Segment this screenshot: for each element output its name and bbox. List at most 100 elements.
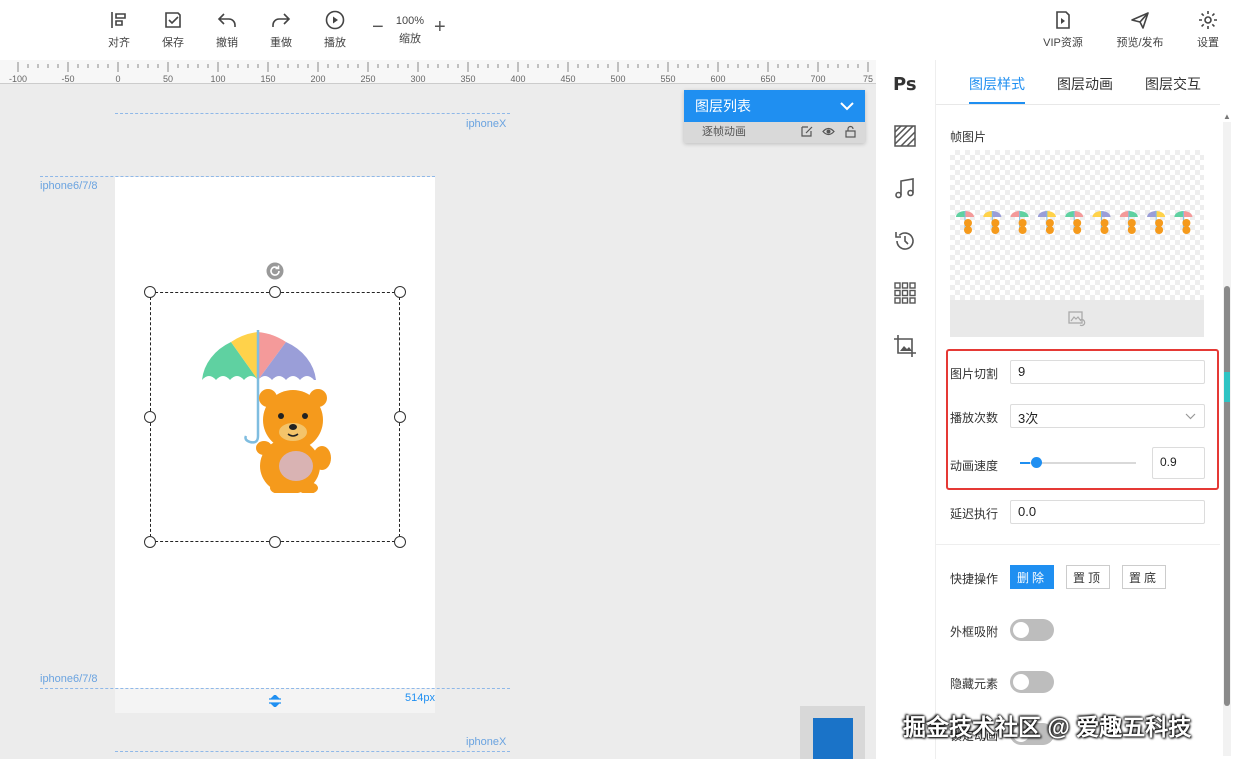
- scroll-up-arrow[interactable]: ▲: [1223, 112, 1231, 121]
- image-crop-icon[interactable]: [893, 334, 917, 358]
- guide-label-iphonex-bottom: iphoneX: [466, 736, 507, 748]
- ruler-tick-label: -50: [61, 74, 74, 84]
- slice-input[interactable]: 9: [1010, 360, 1205, 384]
- layer-list-panel: 图层列表 逐帧动画: [684, 90, 865, 143]
- ruler-tick-label: 75: [863, 74, 873, 84]
- guide-iphonex-bottom: [115, 751, 510, 752]
- ruler-tick-label: 200: [310, 74, 325, 84]
- replace-image-icon[interactable]: [1068, 311, 1086, 327]
- zoom-label: 缩放: [399, 33, 421, 45]
- frame-strip: [956, 211, 1193, 234]
- frame-thumbnail: [1119, 211, 1138, 234]
- play-count-select[interactable]: 3次: [1010, 404, 1205, 428]
- minimap-preview[interactable]: [800, 706, 865, 759]
- ruler-tick-label: 50: [163, 74, 173, 84]
- history-icon[interactable]: [893, 229, 917, 253]
- rotate-handle-icon[interactable]: [266, 262, 284, 280]
- ruler-tick-label: 400: [510, 74, 525, 84]
- resize-handle-top[interactable]: [269, 286, 281, 298]
- preview-publish-button[interactable]: 预览/发布: [1112, 9, 1168, 53]
- snap-toggle[interactable]: [1010, 619, 1054, 641]
- bring-to-top-button[interactable]: 置顶: [1066, 565, 1111, 589]
- speed-slider-thumb[interactable]: [1030, 457, 1042, 468]
- ruler-tick-label: 150: [260, 74, 275, 84]
- resize-handle-bottom-right[interactable]: [394, 536, 406, 548]
- resize-handle-top-left[interactable]: [144, 286, 156, 298]
- artboard-height-readout: 514px: [405, 692, 435, 704]
- scrollbar-thumb[interactable]: [1224, 286, 1230, 706]
- resize-handle-bottom-left[interactable]: [144, 536, 156, 548]
- resize-handle-right[interactable]: [394, 411, 406, 423]
- delete-button[interactable]: 删除: [1010, 565, 1055, 589]
- tab-layer-style[interactable]: 图层样式: [969, 74, 1025, 94]
- send-to-bottom-button[interactable]: 置底: [1122, 565, 1167, 589]
- tab-layer-animation[interactable]: 图层动画: [1057, 74, 1113, 94]
- replace-image-bar[interactable]: [950, 300, 1204, 337]
- edit-icon[interactable]: [800, 125, 813, 138]
- save-icon: [165, 12, 181, 28]
- resize-handle-icon[interactable]: [268, 695, 282, 707]
- zoom-control: 100% 缩放: [392, 12, 428, 48]
- panel-tabs: 图层样式 图层动画 图层交互: [936, 60, 1220, 105]
- undo-label: 撤销: [216, 37, 238, 49]
- frame-thumbnail: [1037, 211, 1056, 234]
- speed-slider-fill: [1020, 462, 1031, 464]
- ruler-tick-label: 0: [115, 74, 120, 84]
- speed-input[interactable]: 0.9: [1152, 447, 1205, 479]
- artboard-resize-bar[interactable]: 514px: [115, 688, 435, 713]
- minimap-viewport: [813, 718, 853, 759]
- slice-label: 图片切割: [950, 367, 999, 381]
- layer-item[interactable]: 逐帧动画: [684, 122, 865, 143]
- redo-label: 重做: [270, 37, 292, 49]
- tab-layer-interaction[interactable]: 图层交互: [1145, 74, 1201, 94]
- section-divider: [936, 544, 1220, 545]
- chevron-down-icon[interactable]: [840, 101, 854, 111]
- ps-icon[interactable]: Ps: [893, 74, 917, 98]
- tool-strip: Ps: [876, 60, 936, 759]
- layer-list-title: 图层列表: [695, 98, 751, 114]
- editor-window: 对齐 保存 撤销 重做 播放 − 100% 缩放 + VIP资源 预览/发布 设…: [0, 0, 1235, 759]
- gear-icon: [1199, 11, 1217, 29]
- layer-item-actions: [800, 125, 857, 138]
- settings-button[interactable]: 设置: [1188, 9, 1228, 53]
- snap-label: 外框吸附: [950, 625, 999, 639]
- ruler-tick-label: 250: [360, 74, 375, 84]
- frame-thumbnail: [1092, 211, 1111, 234]
- unlock-icon[interactable]: [844, 125, 857, 138]
- selection-box[interactable]: [150, 292, 400, 542]
- panel-scrollbar[interactable]: [1223, 122, 1231, 756]
- zoom-in-button[interactable]: +: [434, 16, 446, 39]
- property-panel: 图层样式 图层动画 图层交互 帧图片 图片切割 9 播放次数 3次 动画速度 0…: [936, 60, 1235, 759]
- resize-handle-left[interactable]: [144, 411, 156, 423]
- zoom-out-button[interactable]: −: [372, 16, 384, 39]
- layer-list-header[interactable]: 图层列表: [684, 90, 865, 122]
- delay-input[interactable]: 0.0: [1010, 500, 1205, 524]
- layer-item-label: 逐帧动画: [702, 126, 746, 138]
- texture-icon[interactable]: [893, 124, 917, 148]
- send-icon: [1131, 12, 1149, 29]
- ruler-tick-label: 350: [460, 74, 475, 84]
- redo-button[interactable]: 重做: [261, 9, 301, 53]
- hide-label: 隐藏元素: [950, 677, 999, 691]
- play-button[interactable]: 播放: [315, 9, 355, 53]
- frame-image-label: 帧图片: [950, 130, 987, 144]
- music-icon[interactable]: [893, 177, 917, 201]
- play-icon: [325, 10, 345, 30]
- frame-image-preview[interactable]: [950, 150, 1204, 300]
- save-button[interactable]: 保存: [153, 9, 193, 53]
- ruler-tick-label: 100: [210, 74, 225, 84]
- resize-handle-bottom[interactable]: [269, 536, 281, 548]
- grid-icon[interactable]: [893, 281, 917, 305]
- frame-thumbnail: [983, 211, 1002, 234]
- frame-thumbnail: [1147, 211, 1166, 234]
- play-label: 播放: [324, 37, 346, 49]
- undo-button[interactable]: 撤销: [207, 9, 247, 53]
- eye-icon[interactable]: [822, 125, 835, 138]
- design-canvas[interactable]: -100 -50 0 50 100 150 200 250 300 350 400 450 500 550…: [0, 60, 876, 759]
- ruler-tick-label: 700: [810, 74, 825, 84]
- vip-resources-button[interactable]: VIP资源: [1040, 9, 1086, 53]
- align-button[interactable]: 对齐: [99, 9, 139, 53]
- frame-thumbnail: [1174, 211, 1193, 234]
- resize-handle-top-right[interactable]: [394, 286, 406, 298]
- hide-toggle[interactable]: [1010, 671, 1054, 693]
